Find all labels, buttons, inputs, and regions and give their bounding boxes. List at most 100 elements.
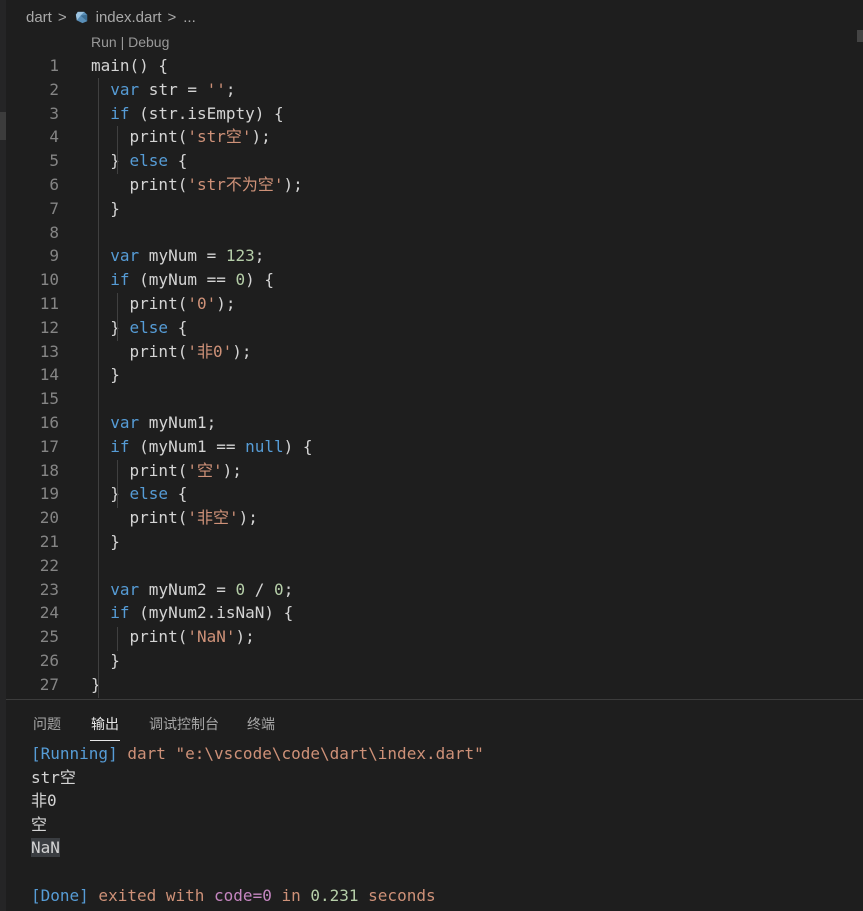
- breadcrumb-more[interactable]: ...: [183, 9, 196, 26]
- code-line[interactable]: 21 }: [6, 530, 857, 554]
- code-text: var myNum = 123;: [91, 244, 264, 268]
- code-token: );: [216, 294, 236, 313]
- code-token: }: [91, 484, 130, 504]
- code-text: print('0');: [91, 292, 236, 316]
- code-text: } else {: [91, 149, 187, 173]
- code-line[interactable]: 24 if (myNum2.isNaN) {: [6, 601, 857, 625]
- code-line[interactable]: 3 if (str.isEmpty) {: [6, 102, 857, 126]
- code-token: '空': [187, 460, 223, 480]
- code-token: }: [91, 365, 120, 385]
- code-text: if (myNum == 0) {: [91, 268, 274, 292]
- breadcrumb-folder[interactable]: dart: [26, 9, 52, 26]
- code-line[interactable]: 19 } else {: [6, 482, 857, 506]
- codelens-run-debug[interactable]: Run | Debug: [91, 34, 169, 50]
- code-line[interactable]: 5 } else {: [6, 149, 857, 173]
- code-line[interactable]: 4 print('str空');: [6, 125, 857, 149]
- indent-guide: [117, 126, 118, 174]
- code-line[interactable]: 10 if (myNum == 0) {: [6, 268, 857, 292]
- code-line[interactable]: 14 }: [6, 363, 857, 387]
- code-token: {: [168, 317, 188, 337]
- code-token: var: [110, 246, 140, 266]
- code-token: 'NaN': [187, 627, 236, 647]
- line-number: 1: [49, 56, 59, 75]
- tab-terminal[interactable]: 终端: [247, 714, 275, 734]
- line-number: 8: [49, 222, 59, 242]
- output-token: seconds: [358, 885, 436, 905]
- code-line[interactable]: 22: [6, 554, 857, 578]
- chevron-right-icon: >: [167, 8, 177, 26]
- code-line[interactable]: 6 print('str不为空');: [6, 173, 857, 197]
- code-text: print('非空');: [91, 506, 258, 530]
- code-line[interactable]: 23 var myNum2 = 0 / 0;: [6, 578, 857, 602]
- code-text: } else {: [91, 316, 187, 340]
- code-text: print('NaN');: [91, 625, 255, 649]
- code-line[interactable]: 25 print('NaN');: [6, 625, 857, 649]
- code-token: );: [283, 175, 303, 194]
- code-line[interactable]: 1 main() {: [6, 54, 857, 78]
- code-line[interactable]: 8: [6, 221, 857, 245]
- indent-guide: [98, 78, 99, 698]
- code-token: 0: [274, 579, 284, 599]
- code-line[interactable]: 26 }: [6, 649, 857, 673]
- code-line[interactable]: 27}: [6, 673, 857, 697]
- code-line[interactable]: 7 }: [6, 197, 857, 221]
- code-token: 0: [235, 579, 246, 599]
- code-line[interactable]: 2 var str = '';: [6, 78, 857, 102]
- scrollbar-marker[interactable]: [857, 30, 863, 42]
- line-number: 10: [39, 270, 59, 290]
- line-number: 9: [49, 246, 59, 266]
- indent-guide: [117, 293, 118, 341]
- output-token: 空: [31, 814, 48, 834]
- line-number: 7: [49, 198, 59, 218]
- line-number: 22: [39, 555, 59, 575]
- code-token: print(: [91, 508, 188, 528]
- code-token: null: [245, 436, 284, 456]
- code-text: print('非0');: [91, 340, 252, 364]
- code-line[interactable]: 16 var myNum1;: [6, 411, 857, 435]
- code-line[interactable]: 9 var myNum = 123;: [6, 244, 857, 268]
- code-token: if: [110, 270, 130, 290]
- code-token: /: [245, 579, 275, 599]
- code-text: print('str不为空');: [91, 173, 303, 197]
- code-text: var myNum2 = 0 / 0;: [91, 578, 293, 602]
- code-token: print(: [91, 294, 188, 313]
- code-line[interactable]: 17 if (myNum1 == null) {: [6, 435, 857, 459]
- code-token: ;: [283, 579, 294, 599]
- line-number: 4: [49, 127, 59, 147]
- code-line[interactable]: 11 print('0');: [6, 292, 857, 316]
- code-line[interactable]: 12 } else {: [6, 316, 857, 340]
- line-number: 15: [39, 389, 59, 409]
- line-number: 19: [39, 484, 59, 504]
- breadcrumb-file[interactable]: index.dart: [96, 9, 162, 26]
- output-token: [Running]: [31, 744, 118, 763]
- code-line[interactable]: 20 print('非空');: [6, 506, 857, 530]
- tab-output[interactable]: 输出: [90, 714, 120, 741]
- line-number: 17: [39, 436, 59, 456]
- code-text: if (str.isEmpty) {: [91, 102, 284, 126]
- code-token: 'str空': [187, 127, 252, 147]
- code-line[interactable]: 18 print('空');: [6, 459, 857, 483]
- code-line[interactable]: 13 print('非0');: [6, 340, 857, 364]
- output-panel[interactable]: [Running] dart "e:\vscode\code\dart\inde…: [31, 742, 484, 907]
- line-number: 23: [39, 579, 59, 599]
- code-token: (myNum2.isNaN) {: [129, 603, 294, 623]
- line-number: 25: [39, 627, 59, 647]
- code-token: (str.isEmpty) {: [129, 103, 284, 123]
- code-editor[interactable]: Run | Debug 1 main() {2 var str = ''; 3 if…: [6, 30, 857, 698]
- output-token: 非0: [31, 791, 57, 811]
- code-text: print('空');: [91, 459, 242, 483]
- code-line[interactable]: 15: [6, 387, 857, 411]
- code-token: myNum1;: [139, 413, 217, 432]
- tab-debug-console[interactable]: 调试控制台: [149, 714, 219, 734]
- code-token: ;: [254, 246, 265, 266]
- code-token: '': [206, 79, 226, 99]
- output-token: [Done]: [31, 885, 89, 905]
- output-line: 非0: [31, 789, 484, 813]
- code-token: var: [110, 413, 140, 432]
- tab-problems[interactable]: 问题: [33, 714, 61, 734]
